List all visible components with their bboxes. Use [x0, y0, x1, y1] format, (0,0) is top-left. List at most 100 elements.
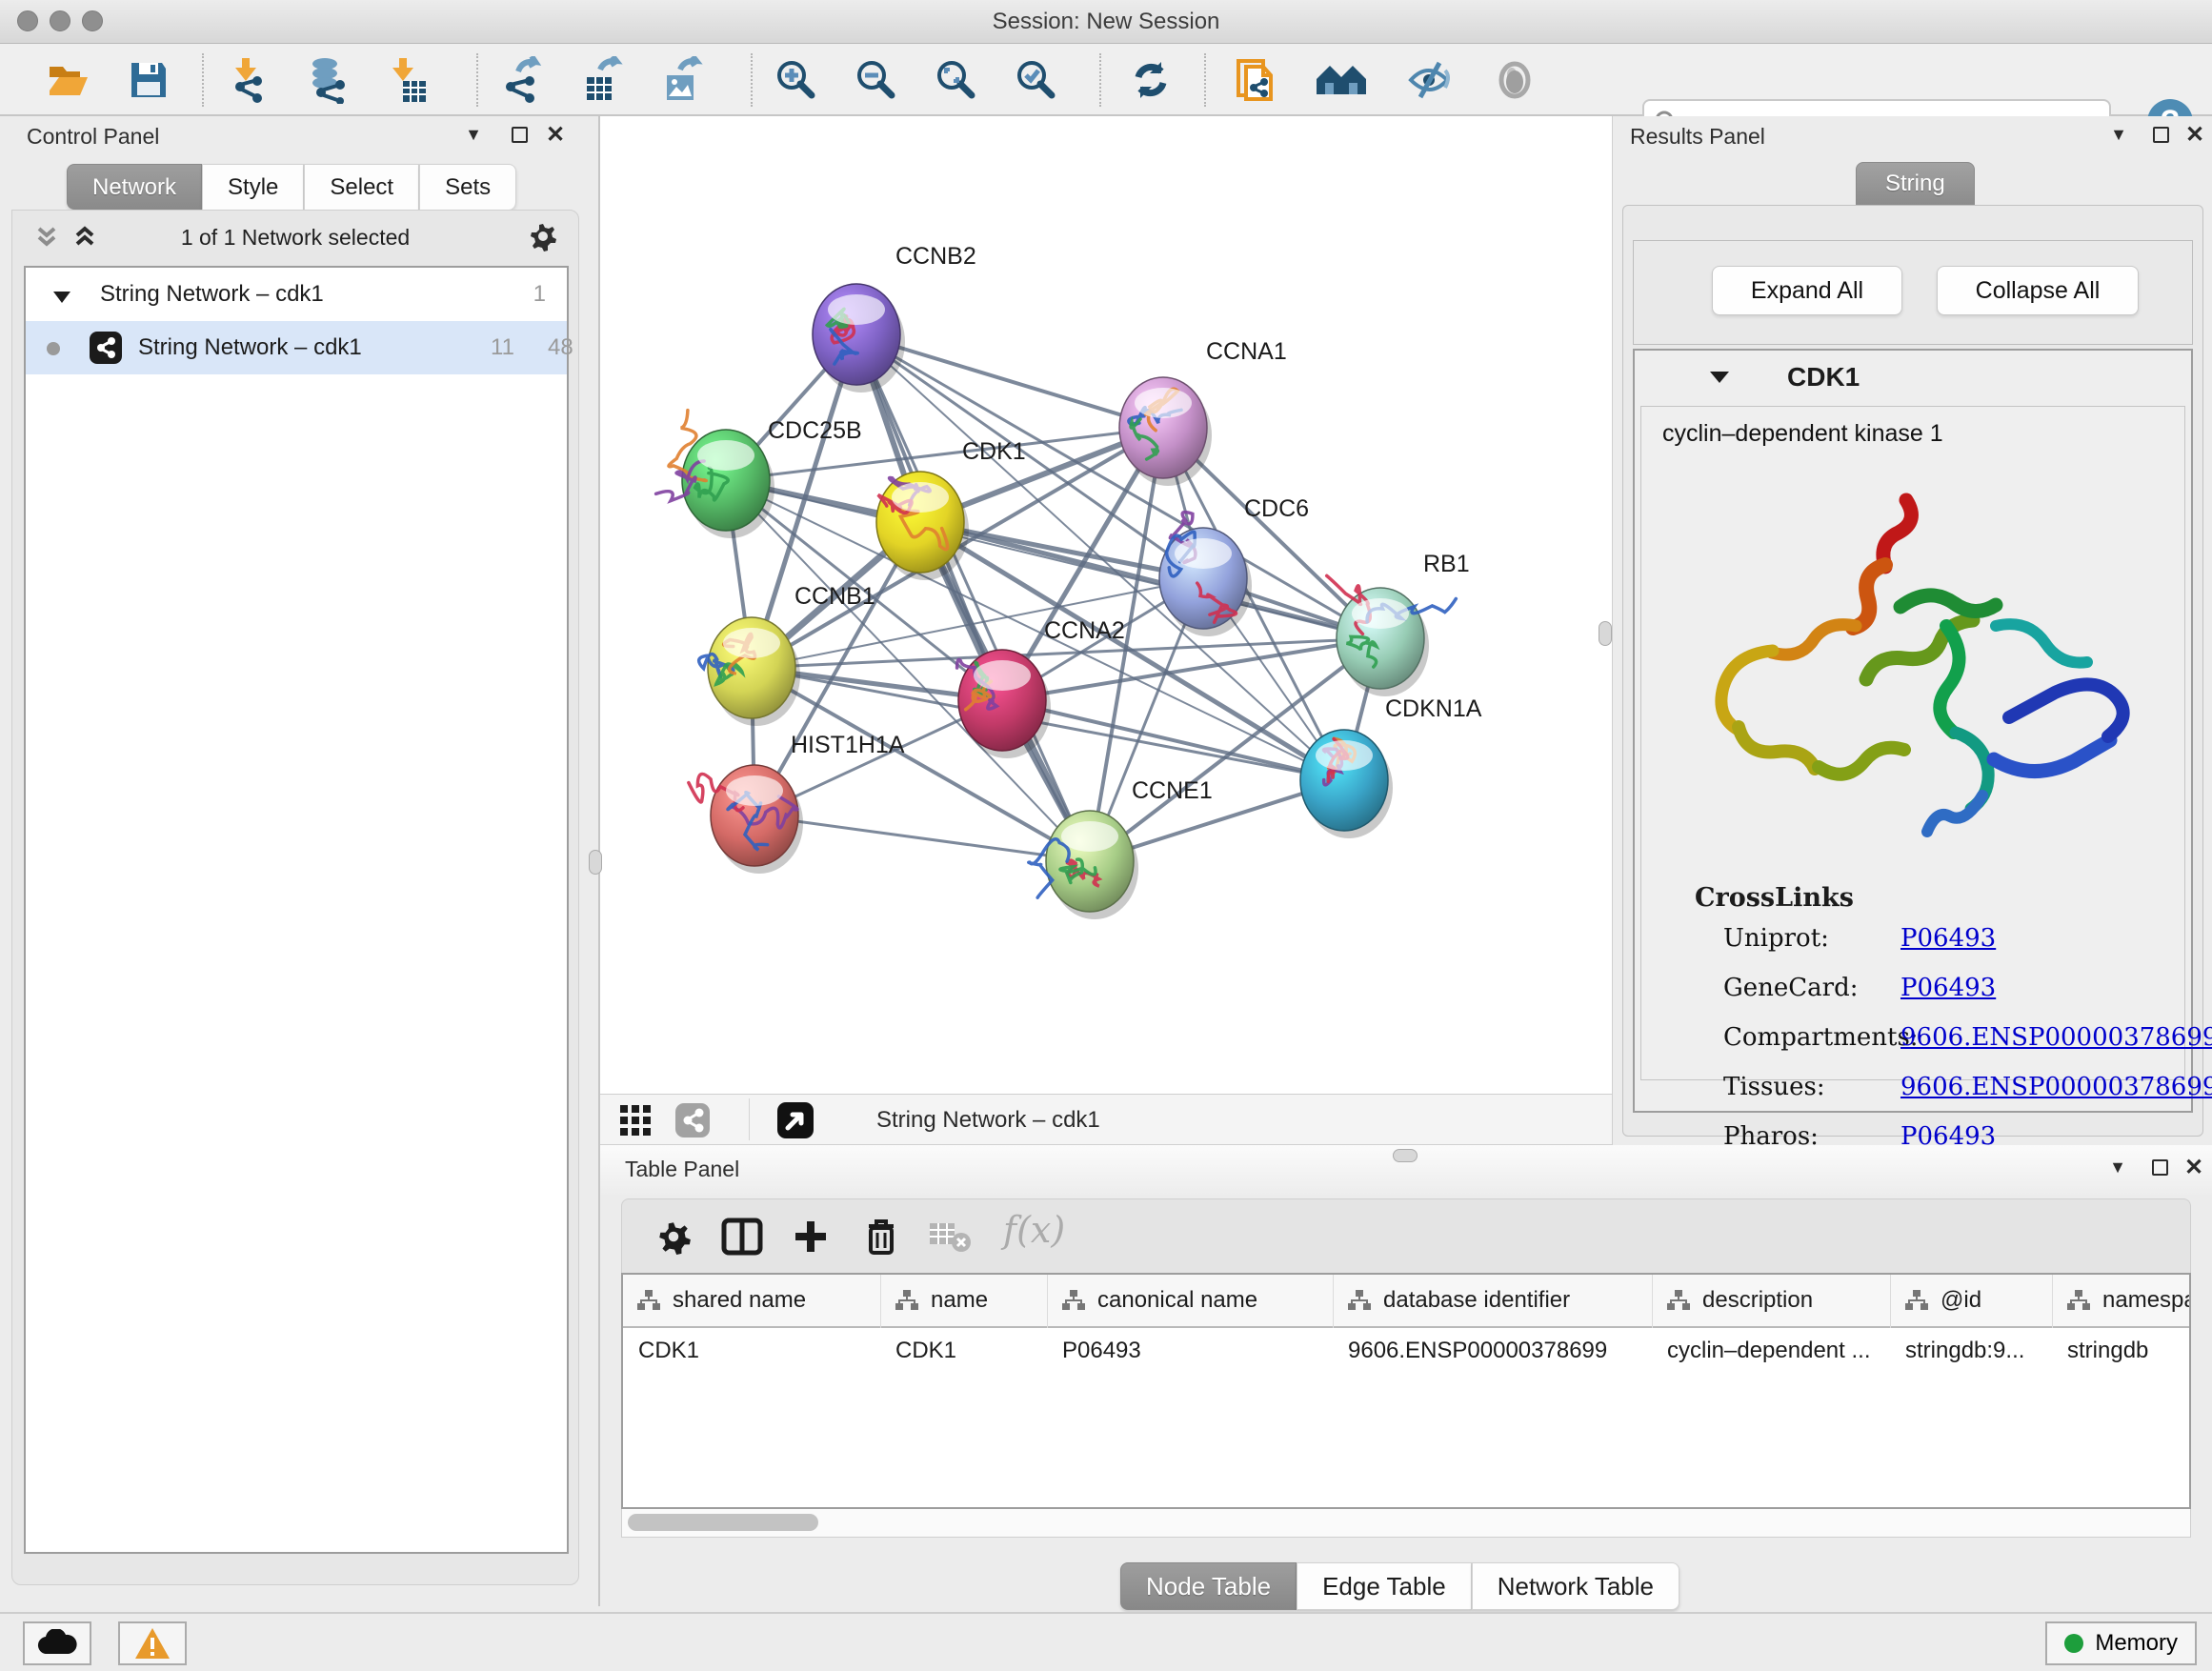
column-header-name[interactable]: name — [880, 1275, 1047, 1328]
show-columns-icon[interactable] — [715, 1213, 769, 1260]
zoom-out-icon[interactable] — [850, 55, 903, 105]
function-builder-icon[interactable]: f(x) — [1003, 1209, 1065, 1251]
column-header--id[interactable]: @id — [1890, 1275, 2052, 1328]
network-node-cdkn1a[interactable] — [1300, 730, 1393, 838]
table-cell[interactable]: CDK1 — [623, 1330, 880, 1376]
warning-icon[interactable] — [118, 1621, 187, 1665]
table-options-gear-icon[interactable] — [647, 1213, 700, 1260]
network-edge[interactable] — [754, 815, 1090, 861]
eye-disabled-icon[interactable] — [1488, 55, 1541, 105]
panel-close-icon[interactable]: ✕ — [2180, 1155, 2208, 1179]
table-cell[interactable]: P06493 — [1047, 1330, 1333, 1376]
network-label: String Network – cdk1 — [138, 334, 362, 361]
document-share-icon[interactable] — [1229, 55, 1282, 105]
network-options-gear-icon[interactable] — [525, 218, 561, 259]
zoom-fit-icon[interactable] — [930, 55, 983, 105]
delete-column-icon[interactable] — [855, 1213, 908, 1260]
splitter-handle[interactable] — [1393, 1149, 1418, 1162]
tab-sets[interactable]: Sets — [419, 164, 516, 210]
column-header-namespace[interactable]: namespace — [2052, 1275, 2191, 1328]
node-label-cdkn1a: CDKN1A — [1385, 695, 1482, 722]
string-results-container: Expand All Collapse All CDK1 cyclin–depe… — [1622, 205, 2203, 1137]
eye-slash-icon[interactable] — [1404, 55, 1458, 105]
column-label: database identifier — [1383, 1287, 1570, 1314]
collapse-triangle-icon[interactable] — [1709, 370, 1730, 390]
crosslink-link[interactable]: P06493 — [1900, 924, 1996, 953]
tab-network-table[interactable]: Network Table — [1472, 1562, 1679, 1610]
panel-close-icon[interactable]: ✕ — [541, 122, 570, 147]
network-style-icon[interactable] — [671, 1099, 714, 1141]
network-node-rb1[interactable] — [1327, 575, 1457, 696]
column-header-description[interactable]: description — [1652, 1275, 1890, 1328]
network-node-cdk1[interactable] — [876, 472, 969, 580]
network-node-ccna1[interactable] — [1119, 377, 1212, 486]
network-node-ccnb2[interactable] — [813, 284, 905, 393]
protein-card-header[interactable]: CDK1 — [1635, 351, 2191, 404]
refresh-icon[interactable] — [1124, 55, 1177, 105]
splitter-handle[interactable] — [589, 850, 602, 875]
panel-float-icon[interactable] — [2146, 122, 2175, 147]
save-icon[interactable] — [122, 55, 175, 105]
table-cell[interactable]: 9606.ENSP00000378699 — [1333, 1330, 1652, 1376]
panel-menu-icon[interactable]: ▼ — [459, 122, 488, 147]
table-row[interactable]: CDK1CDK1P064939606.ENSP00000378699cyclin… — [623, 1330, 2191, 1376]
network-node-hist1h1a[interactable] — [689, 765, 803, 874]
panel-close-icon[interactable]: ✕ — [2181, 122, 2209, 147]
panel-menu-icon[interactable]: ▼ — [2104, 122, 2133, 147]
import-table-icon[interactable] — [381, 55, 434, 105]
export-image-icon[interactable] — [655, 55, 709, 105]
birdseye-view-icon[interactable] — [774, 1099, 817, 1141]
crosslink-row: GeneCard: P06493 — [1641, 962, 2184, 1012]
table-cell[interactable]: stringdb:9... — [1890, 1330, 2052, 1376]
table-cell[interactable]: CDK1 — [880, 1330, 1047, 1376]
zoom-selected-icon[interactable] — [1010, 55, 1063, 105]
homes-icon[interactable] — [1315, 55, 1368, 105]
table-cell[interactable]: stringdb — [2052, 1330, 2191, 1376]
crosslink-link[interactable]: 9606.ENSP00000378699 — [1900, 1023, 2212, 1052]
network-node-ccnb1[interactable] — [699, 617, 800, 726]
panel-menu-icon[interactable]: ▼ — [2103, 1155, 2132, 1179]
network-node-cdc25b[interactable] — [656, 411, 774, 538]
network-node-ccne1[interactable] — [1029, 811, 1138, 919]
expand-all-button[interactable]: Expand All — [1712, 266, 1902, 315]
tab-string[interactable]: String — [1856, 162, 1975, 206]
network-node-cdc6[interactable] — [1159, 513, 1252, 636]
panel-float-icon[interactable] — [505, 122, 533, 147]
table-horizontal-scrollbar[interactable] — [621, 1509, 2191, 1538]
open-folder-icon[interactable] — [42, 55, 95, 105]
import-network-from-database-icon[interactable] — [301, 55, 354, 105]
table-cell[interactable]: cyclin–dependent ... — [1652, 1330, 1890, 1376]
memory-button[interactable]: Memory — [2045, 1621, 2197, 1665]
create-column-icon[interactable] — [784, 1213, 837, 1260]
grid-view-icon[interactable] — [613, 1099, 657, 1141]
zoom-in-icon[interactable] — [770, 55, 823, 105]
import-network-icon[interactable] — [221, 55, 274, 105]
network-row-selected[interactable]: String Network – cdk1 11 48 — [26, 321, 567, 374]
protein-card: CDK1 cyclin–dependent kinase 1 — [1633, 349, 2193, 1113]
network-node-ccna2[interactable] — [957, 650, 1051, 758]
export-network-icon[interactable] — [495, 55, 549, 105]
cloud-status-icon[interactable] — [23, 1621, 91, 1665]
splitter-handle[interactable] — [1599, 621, 1612, 646]
network-edge[interactable] — [1002, 700, 1344, 780]
tab-edge-table[interactable]: Edge Table — [1297, 1562, 1472, 1610]
collapse-triangle-icon[interactable] — [52, 285, 71, 312]
crosslink-link[interactable]: P06493 — [1900, 974, 1996, 1002]
network-edge[interactable] — [856, 334, 1090, 861]
column-header-canonical-name[interactable]: canonical name — [1047, 1275, 1333, 1328]
column-header-shared-name[interactable]: shared name — [623, 1275, 880, 1328]
export-table-icon[interactable] — [575, 55, 629, 105]
network-canvas[interactable]: CCNB2CCNA1CDC25BCDK1CDC6RB1CCNB1CCNA2CDK… — [600, 116, 1612, 1094]
delete-table-icon-disabled[interactable] — [923, 1213, 976, 1260]
tab-node-table[interactable]: Node Table — [1120, 1562, 1297, 1610]
tab-network[interactable]: Network — [67, 164, 202, 210]
network-collection-row[interactable]: String Network – cdk1 1 — [26, 268, 567, 321]
column-header-database-identifier[interactable]: database identifier — [1333, 1275, 1652, 1328]
tab-style[interactable]: Style — [202, 164, 304, 210]
collapse-all-button[interactable]: Collapse All — [1937, 266, 2139, 315]
scrollbar-thumb[interactable] — [628, 1514, 818, 1531]
panel-float-icon[interactable] — [2145, 1155, 2174, 1179]
column-label: @id — [1941, 1287, 1981, 1314]
tab-select[interactable]: Select — [304, 164, 419, 210]
crosslink-link[interactable]: 9606.ENSP00000378699 — [1900, 1073, 2212, 1101]
